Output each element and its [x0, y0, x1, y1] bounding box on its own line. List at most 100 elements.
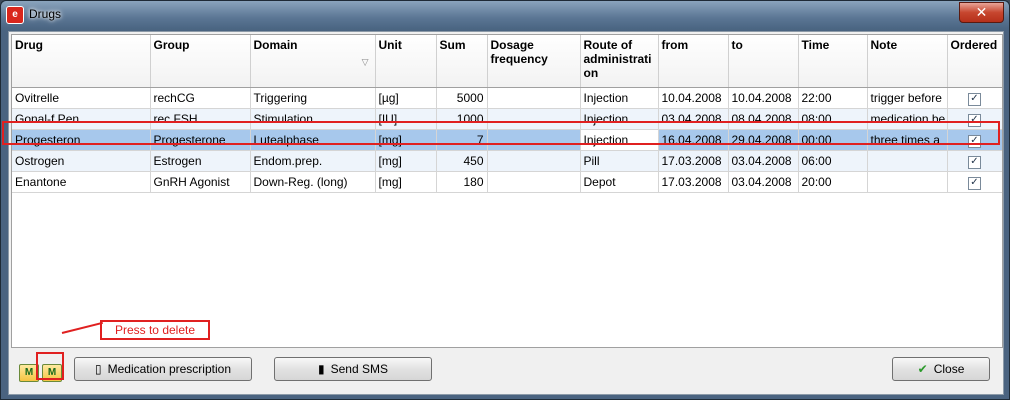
cell-ordered: ✓ — [947, 171, 1002, 193]
cell-domain[interactable]: Endom.prep. — [250, 150, 376, 172]
cell-domain[interactable]: Lutealphase — [250, 129, 376, 151]
title-bar[interactable]: e Drugs ✕ — [1, 1, 1009, 29]
cell-note[interactable]: trigger before — [867, 87, 948, 109]
cell-route[interactable]: Injection — [580, 129, 659, 151]
cell-route[interactable]: Depot — [580, 171, 659, 193]
close-button-label: Close — [933, 362, 965, 376]
cell-group[interactable]: Estrogen — [150, 150, 251, 172]
cell-from[interactable]: 03.04.2008 — [658, 108, 729, 130]
prescription-icon: ▯ — [94, 362, 102, 376]
table-row[interactable]: Ostrogen Estrogen Endom.prep. [mg] 450 Pill 17… — [12, 150, 1002, 172]
cell-domain[interactable]: Down-Reg. (long) — [250, 171, 376, 193]
cell-sum[interactable]: 7 — [436, 129, 488, 151]
column-header-group[interactable]: Group — [150, 35, 251, 88]
cell-from[interactable]: 16.04.2008 — [658, 129, 729, 151]
ordered-checkbox[interactable]: ✓ — [968, 114, 981, 127]
ordered-checkbox[interactable]: ✓ — [968, 135, 981, 148]
cell-from[interactable]: 10.04.2008 — [658, 87, 729, 109]
column-header-to[interactable]: to — [728, 35, 799, 88]
drugs-window: e Drugs ✕ Drug Group Domain ▽ Unit Sum D… — [0, 0, 1010, 400]
cell-time[interactable]: 08:00 — [798, 108, 868, 130]
cell-route[interactable]: Injection — [580, 87, 659, 109]
table-row[interactable]: Enantone GnRH Agonist Down-Reg. (long) [mg]… — [12, 171, 1002, 193]
send-sms-button[interactable]: ▮ Send SMS — [274, 357, 432, 381]
column-header-time[interactable]: Time — [798, 35, 868, 88]
cell-domain[interactable]: Triggering — [250, 87, 376, 109]
cell-dosage[interactable] — [487, 87, 581, 109]
cell-drug[interactable]: Ovitrelle — [12, 87, 151, 109]
column-header-drug[interactable]: Drug — [12, 35, 151, 88]
cell-group[interactable]: GnRH Agonist — [150, 171, 251, 193]
cell-to[interactable]: 08.04.2008 — [728, 108, 799, 130]
cell-time[interactable]: 00:00 — [798, 129, 868, 151]
cell-sum[interactable]: 5000 — [436, 87, 488, 109]
column-header-route[interactable]: Route of administrati on — [580, 35, 659, 88]
cell-to[interactable]: 03.04.2008 — [728, 171, 799, 193]
cell-note[interactable] — [867, 150, 948, 172]
cell-ordered: ✓ — [947, 150, 1002, 172]
table-row[interactable]: Progesteron Progesterone Lutealphase [mg] 7 I… — [12, 129, 1002, 151]
cell-dosage[interactable] — [487, 108, 581, 130]
ordered-checkbox[interactable]: ✓ — [968, 93, 981, 106]
column-header-domain-label: Domain — [253, 38, 298, 52]
column-header-unit[interactable]: Unit — [375, 35, 437, 88]
cell-to[interactable]: 10.04.2008 — [728, 87, 799, 109]
table-row[interactable]: Gonal-f Pen rec FSH Stimulation [IU] 1000 Inj… — [12, 108, 1002, 130]
dialog-body: Drug Group Domain ▽ Unit Sum Dosage frequ… — [8, 31, 1004, 395]
check-icon: ✔ — [917, 362, 928, 376]
cell-time[interactable]: 22:00 — [798, 87, 868, 109]
close-button[interactable]: ✔ Close — [892, 357, 990, 381]
cell-from[interactable]: 17.03.2008 — [658, 171, 729, 193]
cell-from[interactable]: 17.03.2008 — [658, 150, 729, 172]
cell-dosage[interactable] — [487, 129, 581, 151]
cell-sum[interactable]: 450 — [436, 150, 488, 172]
cell-drug[interactable]: Enantone — [12, 171, 151, 193]
cell-time[interactable]: 20:00 — [798, 171, 868, 193]
cell-route[interactable]: Injection — [580, 108, 659, 130]
cell-group[interactable]: rechCG — [150, 87, 251, 109]
cell-domain[interactable]: Stimulation — [250, 108, 376, 130]
ordered-checkbox[interactable]: ✓ — [968, 156, 981, 169]
table-row[interactable]: Ovitrelle rechCG Triggering [µg] 5000 Injecti… — [12, 87, 1002, 109]
column-header-sum[interactable]: Sum — [436, 35, 488, 88]
phone-icon: ▮ — [318, 362, 325, 376]
cell-unit[interactable]: [mg] — [375, 129, 437, 151]
column-header-ordered[interactable]: Ordered — [947, 35, 1002, 88]
cell-sum[interactable]: 180 — [436, 171, 488, 193]
send-sms-label: Send SMS — [330, 362, 388, 376]
cell-drug[interactable]: Progesteron — [12, 129, 151, 151]
column-header-dosage-frequency[interactable]: Dosage frequency — [487, 35, 581, 88]
ordered-checkbox[interactable]: ✓ — [968, 177, 981, 190]
cell-time[interactable]: 06:00 — [798, 150, 868, 172]
column-header-domain[interactable]: Domain ▽ — [250, 35, 376, 88]
cell-note[interactable] — [867, 171, 948, 193]
cell-to[interactable]: 29.04.2008 — [728, 129, 799, 151]
column-header-note[interactable]: Note — [867, 35, 948, 88]
sort-icon: ▽ — [361, 57, 369, 67]
cell-group[interactable]: Progesterone — [150, 129, 251, 151]
cell-dosage[interactable] — [487, 171, 581, 193]
cell-ordered: ✓ — [947, 108, 1002, 130]
cell-ordered: ✓ — [947, 87, 1002, 109]
cell-route[interactable]: Pill — [580, 150, 659, 172]
cell-note[interactable]: three times a — [867, 129, 948, 151]
window-close-button[interactable]: ✕ — [959, 2, 1004, 23]
medication-prescription-label: Medication prescription — [107, 362, 231, 376]
cell-drug[interactable]: Gonal-f Pen — [12, 108, 151, 130]
window-title: Drugs — [29, 7, 62, 21]
cell-unit[interactable]: [µg] — [375, 87, 437, 109]
cell-unit[interactable]: [mg] — [375, 150, 437, 172]
cell-group[interactable]: rec FSH — [150, 108, 251, 130]
cell-unit[interactable]: [mg] — [375, 171, 437, 193]
cell-note[interactable]: medication be — [867, 108, 948, 130]
medication-prescription-button[interactable]: ▯ Medication prescription — [74, 357, 252, 381]
cell-sum[interactable]: 1000 — [436, 108, 488, 130]
cell-ordered: ✓ — [947, 129, 1002, 151]
cell-dosage[interactable] — [487, 150, 581, 172]
cell-unit[interactable]: [IU] — [375, 108, 437, 130]
table-header-row: Drug Group Domain ▽ Unit Sum Dosage frequ… — [12, 35, 1002, 88]
column-header-from[interactable]: from — [658, 35, 729, 88]
cell-drug[interactable]: Ostrogen — [12, 150, 151, 172]
drugs-table: Drug Group Domain ▽ Unit Sum Dosage frequ… — [11, 34, 1003, 348]
cell-to[interactable]: 03.04.2008 — [728, 150, 799, 172]
